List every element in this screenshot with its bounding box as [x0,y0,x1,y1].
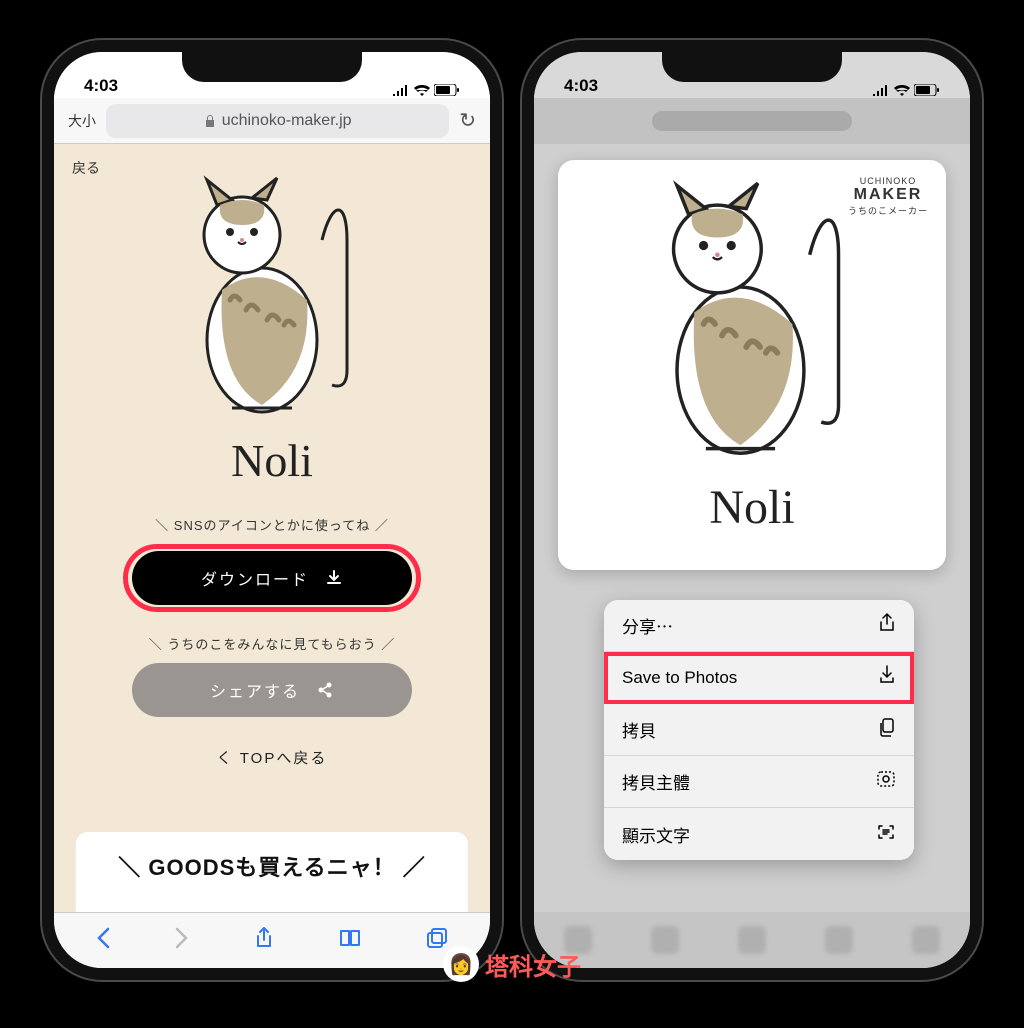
share-icon [316,681,334,699]
bookmarks-icon[interactable] [339,928,361,954]
share-sheet-icon[interactable] [254,926,274,956]
menu-label: 拷貝 [622,717,656,742]
menu-label: 拷貝主體 [622,769,690,794]
context-menu: 分享⋯ Save to Photos 拷貝 拷貝主體 [604,600,914,860]
blurred-address-bar [534,98,970,144]
image-preview-card: UCHINOKO MAKER うちのこメーカー Noli [558,160,946,570]
watermark-text: 塔科女子 [485,947,581,982]
share-icon [878,613,896,638]
forward-icon [175,927,189,955]
blurred-toolbar [534,912,970,968]
page-content: 戻る Noli [54,144,490,912]
copy-icon [878,717,896,742]
menu-item-share[interactable]: 分享⋯ [604,600,914,652]
status-icons [392,84,460,96]
cat-preview: Noli [54,144,490,487]
back-icon[interactable] [96,927,110,955]
phone-right: 4:03 UCHINOKO MAKER うちのこメーカー [522,40,982,980]
menu-item-copy-subject[interactable]: 拷貝主體 [604,756,914,808]
copy-subject-icon [876,770,896,793]
download-hint: SNSのアイコンとかに使ってね [54,515,490,534]
download-button[interactable]: ダウンロード [132,551,412,605]
safari-address-bar[interactable]: 大小 uchinoko-maker.jp ↻ [54,98,490,144]
phone-left: 4:03 大小 uchinoko-maker.jp ↻ 戻る [42,40,502,980]
menu-item-copy[interactable]: 拷貝 [604,704,914,756]
goods-banner[interactable]: ＼ GOODSも買えるニャ！ ／ [76,832,468,912]
brand-logo: UCHINOKO MAKER うちのこメーカー [848,176,928,217]
live-text-icon [876,823,896,846]
back-to-top-link[interactable]: く TOPへ戻る [54,747,490,768]
watermark: 👩 塔科女子 [443,946,581,982]
cat-name: Noli [54,434,490,487]
notch [182,52,362,82]
menu-label: 顯示文字 [622,822,690,847]
share-hint: うちのこをみんなに見てもらおう [54,634,490,653]
back-link[interactable]: 戻る [72,158,100,178]
url-text: uchinoko-maker.jp [222,112,352,130]
url-field[interactable]: uchinoko-maker.jp [106,104,449,138]
status-time: 4:03 [84,76,118,96]
status-time: 4:03 [564,76,598,96]
text-size-button[interactable]: 大小 [68,111,96,131]
notch [662,52,842,82]
cat-illustration [172,170,372,430]
download-label: ダウンロード [201,566,309,590]
download-icon [325,569,343,587]
menu-label: Save to Photos [622,668,737,688]
highlight-ring-download: ダウンロード [123,544,421,612]
save-icon [878,665,896,690]
status-icons [872,84,940,96]
menu-item-save-to-photos[interactable]: Save to Photos [604,652,914,704]
share-button[interactable]: シェアする [132,663,412,717]
safari-toolbar [54,912,490,968]
cat-name: Noli [558,480,946,535]
share-label: シェアする [210,678,300,702]
lock-icon [204,114,216,128]
cat-illustration [632,174,872,474]
menu-item-show-text[interactable]: 顯示文字 [604,808,914,860]
reload-icon[interactable]: ↻ [459,108,476,133]
menu-label: 分享⋯ [622,613,673,638]
watermark-avatar: 👩 [443,946,479,982]
